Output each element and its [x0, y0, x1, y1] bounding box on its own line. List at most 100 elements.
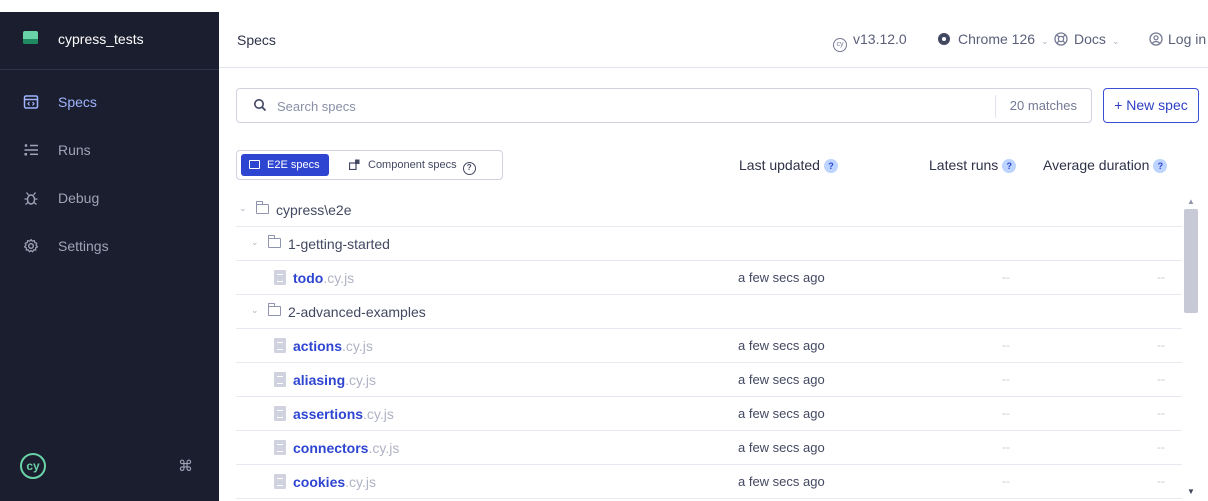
average-duration: -- — [1157, 372, 1165, 386]
spec-row[interactable]: actions.cy.js a few secs ago -- -- — [236, 329, 1182, 363]
file-icon — [274, 440, 286, 455]
last-updated: a few secs ago — [738, 440, 825, 455]
last-updated: a few secs ago — [738, 474, 825, 489]
spec-extension: .cy.js — [323, 270, 355, 286]
cypress-logo-icon[interactable]: cy — [20, 453, 46, 479]
average-duration: -- — [1157, 440, 1165, 454]
spec-name[interactable]: connectors — [293, 440, 368, 456]
login-button[interactable]: Log in — [1149, 31, 1206, 47]
folder-icon — [256, 201, 269, 214]
spec-name[interactable]: aliasing — [293, 372, 345, 388]
latest-runs: -- — [1002, 372, 1010, 386]
project-icon — [23, 31, 38, 44]
spec-row[interactable]: aliasing.cy.js a few secs ago -- -- — [236, 363, 1182, 397]
docs-menu[interactable]: Docs ⌄ — [1054, 31, 1119, 47]
scrollbar-thumb[interactable] — [1184, 209, 1198, 313]
top-header: Specs cy v13.12.0 Chrome 126 ⌄ Docs ⌄ Log i… — [219, 12, 1208, 68]
last-updated: a few secs ago — [738, 270, 825, 285]
keyboard-shortcuts-icon[interactable]: ⌘ — [178, 457, 193, 475]
component-specs-tab[interactable]: Component specs? — [349, 154, 476, 176]
page-title: Specs — [237, 32, 276, 48]
debug-icon — [24, 192, 38, 206]
chevron-down-icon: ⌄ — [1111, 36, 1120, 46]
spec-extension: .cy.js — [345, 372, 376, 388]
file-icon — [274, 406, 286, 421]
column-header-average-duration[interactable]: Average duration? — [1043, 157, 1168, 173]
spec-row[interactable]: cookies.cy.js a few secs ago -- -- — [236, 465, 1182, 499]
folder-icon — [268, 303, 281, 316]
sidebar-item-label: Specs — [58, 94, 97, 110]
spec-row[interactable]: assertions.cy.js a few secs ago -- -- — [236, 397, 1182, 431]
help-icon[interactable]: ? — [1002, 159, 1017, 173]
scroll-down-icon[interactable]: ▼ — [1187, 487, 1195, 496]
last-updated: a few secs ago — [738, 372, 825, 387]
sidebar: cypress_tests Specs Runs Debug Settings … — [0, 12, 219, 501]
spec-extension: .cy.js — [342, 338, 373, 354]
spec-name[interactable]: todo — [293, 270, 323, 286]
latest-runs: -- — [1002, 406, 1010, 420]
chevron-down-icon: ⌄ — [251, 237, 259, 247]
search-input[interactable] — [277, 97, 977, 115]
e2e-specs-tab[interactable]: E2E specs — [241, 154, 329, 176]
file-icon — [274, 372, 286, 387]
sidebar-item-debug[interactable]: Debug — [0, 180, 219, 216]
cypress-app: cypress_tests Specs Runs Debug Settings … — [0, 0, 1208, 501]
user-icon — [1149, 32, 1163, 46]
file-icon — [274, 270, 286, 285]
column-header-latest-runs[interactable]: Latest runs? — [929, 157, 1017, 173]
spec-row[interactable]: connectors.cy.js a few secs ago -- -- — [236, 431, 1182, 465]
help-icon[interactable]: ? — [823, 159, 838, 173]
average-duration: -- — [1157, 406, 1165, 420]
latest-runs: -- — [1002, 338, 1010, 352]
specs-icon — [23, 95, 39, 109]
cypress-version-icon: cy — [833, 38, 847, 52]
docs-icon — [1054, 32, 1068, 46]
column-header-last-updated[interactable]: Last updated? — [739, 157, 838, 173]
sidebar-item-runs[interactable]: Runs — [0, 132, 219, 168]
average-duration: -- — [1157, 338, 1165, 352]
average-duration: -- — [1157, 270, 1165, 284]
project-switcher[interactable]: cypress_tests — [0, 12, 219, 70]
folder-row[interactable]: ⌄ 2-advanced-examples — [236, 295, 1182, 329]
spec-row[interactable]: todo.cy.js a few secs ago -- -- — [236, 261, 1182, 295]
latest-runs: -- — [1002, 474, 1010, 488]
latest-runs: -- — [1002, 270, 1010, 284]
chevron-down-icon: ⌄ — [239, 203, 247, 213]
browser-window-icon — [249, 160, 260, 169]
spec-extension: .cy.js — [363, 406, 394, 422]
help-icon[interactable]: ? — [462, 162, 476, 175]
last-updated: a few secs ago — [738, 338, 825, 353]
sidebar-item-label: Settings — [58, 238, 109, 254]
average-duration: -- — [1157, 474, 1165, 488]
folder-row[interactable]: ⌄ cypress\e2e — [236, 193, 1182, 227]
sidebar-item-settings[interactable]: Settings — [0, 228, 219, 264]
sidebar-item-label: Debug — [58, 190, 100, 206]
sidebar-item-specs[interactable]: Specs — [0, 84, 219, 120]
folder-row[interactable]: ⌄ 1-getting-started — [236, 227, 1182, 261]
top-strip — [0, 0, 1208, 12]
settings-icon — [23, 238, 39, 253]
spec-type-toggle: E2E specs Component specs? — [236, 150, 503, 180]
version-badge[interactable]: cy v13.12.0 — [833, 31, 907, 52]
chrome-icon — [938, 33, 950, 45]
spec-name[interactable]: assertions — [293, 406, 363, 422]
file-icon — [274, 474, 286, 489]
chevron-down-icon: ⌄ — [251, 305, 259, 315]
sidebar-item-label: Runs — [58, 142, 91, 158]
last-updated: a few secs ago — [738, 406, 825, 421]
component-icon — [349, 159, 360, 170]
spec-name[interactable]: cookies — [293, 474, 345, 490]
browser-selector[interactable]: Chrome 126 ⌄ — [938, 31, 1049, 47]
scrollbar[interactable]: ▲ ▼ — [1183, 193, 1199, 501]
file-icon — [274, 338, 286, 353]
project-name: cypress_tests — [58, 31, 144, 47]
spec-name[interactable]: actions — [293, 338, 342, 354]
spec-extension: .cy.js — [345, 474, 376, 490]
help-icon[interactable]: ? — [1153, 159, 1168, 173]
runs-icon — [24, 144, 38, 156]
chevron-down-icon: ⌄ — [1041, 36, 1049, 46]
scroll-up-icon[interactable]: ▲ — [1187, 197, 1195, 206]
search-icon — [254, 99, 267, 112]
spec-extension: .cy.js — [368, 440, 400, 456]
new-spec-button[interactable]: + New spec — [1103, 88, 1199, 123]
